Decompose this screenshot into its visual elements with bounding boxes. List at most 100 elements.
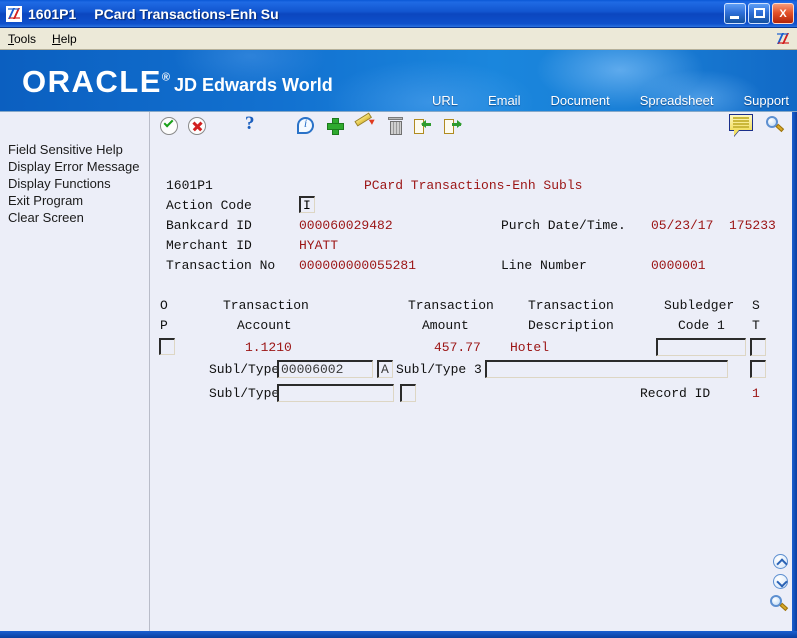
terminal-form: 1601P1 PCard Transactions-Enh Subls Acti… xyxy=(151,141,797,638)
accept-icon[interactable] xyxy=(160,117,178,135)
record-id-value: 1 xyxy=(752,386,760,401)
purch-time-value: 175233 xyxy=(729,218,776,233)
menu-item-help-label: elp xyxy=(60,31,77,46)
menu-bar: Tools Help xyxy=(0,28,797,50)
check-glyph xyxy=(163,117,174,128)
transaction-no-value: 000000000055281 xyxy=(299,258,417,273)
subledger-code1-input[interactable] xyxy=(656,338,746,356)
bankcard-id-label: Bankcard ID xyxy=(166,218,252,233)
transaction-amount-value: 457.77 xyxy=(434,340,481,355)
column-header-description-line2: Description xyxy=(528,318,614,333)
subl-type-4-type-input[interactable] xyxy=(400,384,416,402)
column-header-st-line2: T xyxy=(752,318,760,333)
product-name: JD Edwards World xyxy=(174,75,333,95)
column-header-subledger-line2: Code 1 xyxy=(678,318,725,333)
maximize-icon xyxy=(754,8,765,18)
toolbar: ? xyxy=(151,112,797,141)
column-header-amount-line2: Amount xyxy=(422,318,469,333)
purch-datetime-label: Purch Date/Time. xyxy=(501,218,626,233)
sidebar-item-display-error-message[interactable]: Display Error Message xyxy=(0,158,150,175)
column-header-account-line2: Account xyxy=(237,318,292,333)
column-header-op-line2: P xyxy=(160,318,168,333)
page-up-icon[interactable] xyxy=(773,554,788,569)
sidebar-item-display-functions[interactable]: Display Functions xyxy=(0,175,150,192)
oracle-banner: ORACLE® JD Edwards World URL Email Docum… xyxy=(0,50,797,112)
sidebar-item-field-sensitive-help[interactable]: Field Sensitive Help xyxy=(0,141,150,158)
window-right-edge xyxy=(792,112,797,631)
body-area: Field Sensitive Help Display Error Messa… xyxy=(0,112,797,638)
purch-date-value: 05/23/17 xyxy=(651,218,714,233)
search-magnifier-icon-nav[interactable] xyxy=(770,595,789,613)
subl-type-3-input[interactable] xyxy=(485,360,728,378)
export-icon[interactable] xyxy=(444,119,462,134)
help-question-icon[interactable]: ? xyxy=(245,114,255,133)
column-header-amount-line1: Transaction xyxy=(408,298,494,313)
text-cursor-icon: I xyxy=(303,198,311,213)
oracle-brand-text: ORACLE xyxy=(22,64,162,99)
menu-item-tools[interactable]: Tools xyxy=(0,30,44,48)
window-controls: X xyxy=(724,3,794,24)
banner-link-spreadsheet[interactable]: Spreadsheet xyxy=(640,93,714,108)
sidebar-item-clear-screen[interactable]: Clear Screen xyxy=(0,209,150,226)
delete-trash-icon[interactable] xyxy=(388,117,403,135)
jde-logo-icon-menubar xyxy=(775,31,791,47)
column-header-subledger-line1: Subledger xyxy=(664,298,735,313)
column-header-op-line1: O xyxy=(160,298,168,313)
menu-item-help[interactable]: Help xyxy=(44,30,85,48)
banner-link-url[interactable]: URL xyxy=(432,93,458,108)
subl-type-3-label: Subl/Type 3 xyxy=(396,362,482,377)
transaction-description-value: Hotel xyxy=(510,340,550,355)
window-title: 1601P1 PCard Transactions-Enh Su xyxy=(28,6,279,22)
transaction-account-value: 1.1210 xyxy=(245,340,292,355)
screen-id: 1601P1 xyxy=(166,178,213,193)
minimize-button[interactable] xyxy=(724,3,746,24)
column-header-account-line1: Transaction xyxy=(223,298,309,313)
merchant-id-value: HYATT xyxy=(299,238,339,253)
banner-link-email[interactable]: Email xyxy=(488,93,521,108)
note-icon[interactable] xyxy=(729,114,753,136)
registered-mark-icon: ® xyxy=(161,71,170,84)
application-window: 1601P1 PCard Transactions-Enh Su X Tools … xyxy=(0,0,797,638)
oracle-brand-logo: ORACLE® xyxy=(22,64,170,100)
subledger-type-input[interactable] xyxy=(750,338,766,356)
window-bottom-edge xyxy=(0,631,797,638)
search-magnifier-icon[interactable] xyxy=(766,116,785,134)
page-down-icon[interactable] xyxy=(773,574,788,589)
window-title-bar: 1601P1 PCard Transactions-Enh Su X xyxy=(0,0,797,28)
edit-pencil-icon[interactable] xyxy=(354,112,377,135)
banner-link-document[interactable]: Document xyxy=(550,93,609,108)
line-number-label: Line Number xyxy=(501,258,587,273)
close-button[interactable]: X xyxy=(772,3,794,24)
banner-link-support[interactable]: Support xyxy=(743,93,789,108)
op-input[interactable] xyxy=(159,338,175,355)
menu-item-tools-label: ools xyxy=(14,31,37,46)
merchant-id-label: Merchant ID xyxy=(166,238,252,253)
sidebar: Field Sensitive Help Display Error Messa… xyxy=(0,112,150,631)
info-icon[interactable] xyxy=(297,116,314,134)
line-number-value: 0000001 xyxy=(651,258,706,273)
window-program-id: 1601P1 xyxy=(28,5,77,22)
close-icon: X xyxy=(779,7,787,20)
jde-logo-icon xyxy=(6,5,22,22)
subl-type-2-type-input[interactable]: A xyxy=(377,360,393,378)
action-code-input[interactable]: I xyxy=(299,196,315,213)
column-header-st-line1: S xyxy=(752,298,760,313)
add-icon[interactable] xyxy=(326,117,344,135)
bankcard-id-value: 000060029482 xyxy=(299,218,393,233)
subl-type-2-input[interactable]: 00006002 xyxy=(277,360,373,378)
record-id-label: Record ID xyxy=(640,386,711,401)
banner-links: URL Email Document Spreadsheet Support xyxy=(432,93,789,108)
sidebar-list: Field Sensitive Help Display Error Messa… xyxy=(0,141,150,226)
window-title-text: PCard Transactions-Enh Su xyxy=(94,5,279,22)
action-code-label: Action Code xyxy=(166,198,252,213)
column-header-description-line1: Transaction xyxy=(528,298,614,313)
subl-type-3-type-input[interactable] xyxy=(750,360,766,378)
subl-type-4-input[interactable] xyxy=(277,384,394,402)
page-title: PCard Transactions-Enh Subls xyxy=(364,178,583,193)
sidebar-item-exit-program[interactable]: Exit Program xyxy=(0,192,150,209)
minimize-icon xyxy=(730,16,739,19)
import-icon[interactable] xyxy=(414,119,432,134)
transaction-no-label: Transaction No xyxy=(166,258,276,273)
maximize-button[interactable] xyxy=(748,3,770,24)
cancel-icon[interactable] xyxy=(188,117,206,135)
